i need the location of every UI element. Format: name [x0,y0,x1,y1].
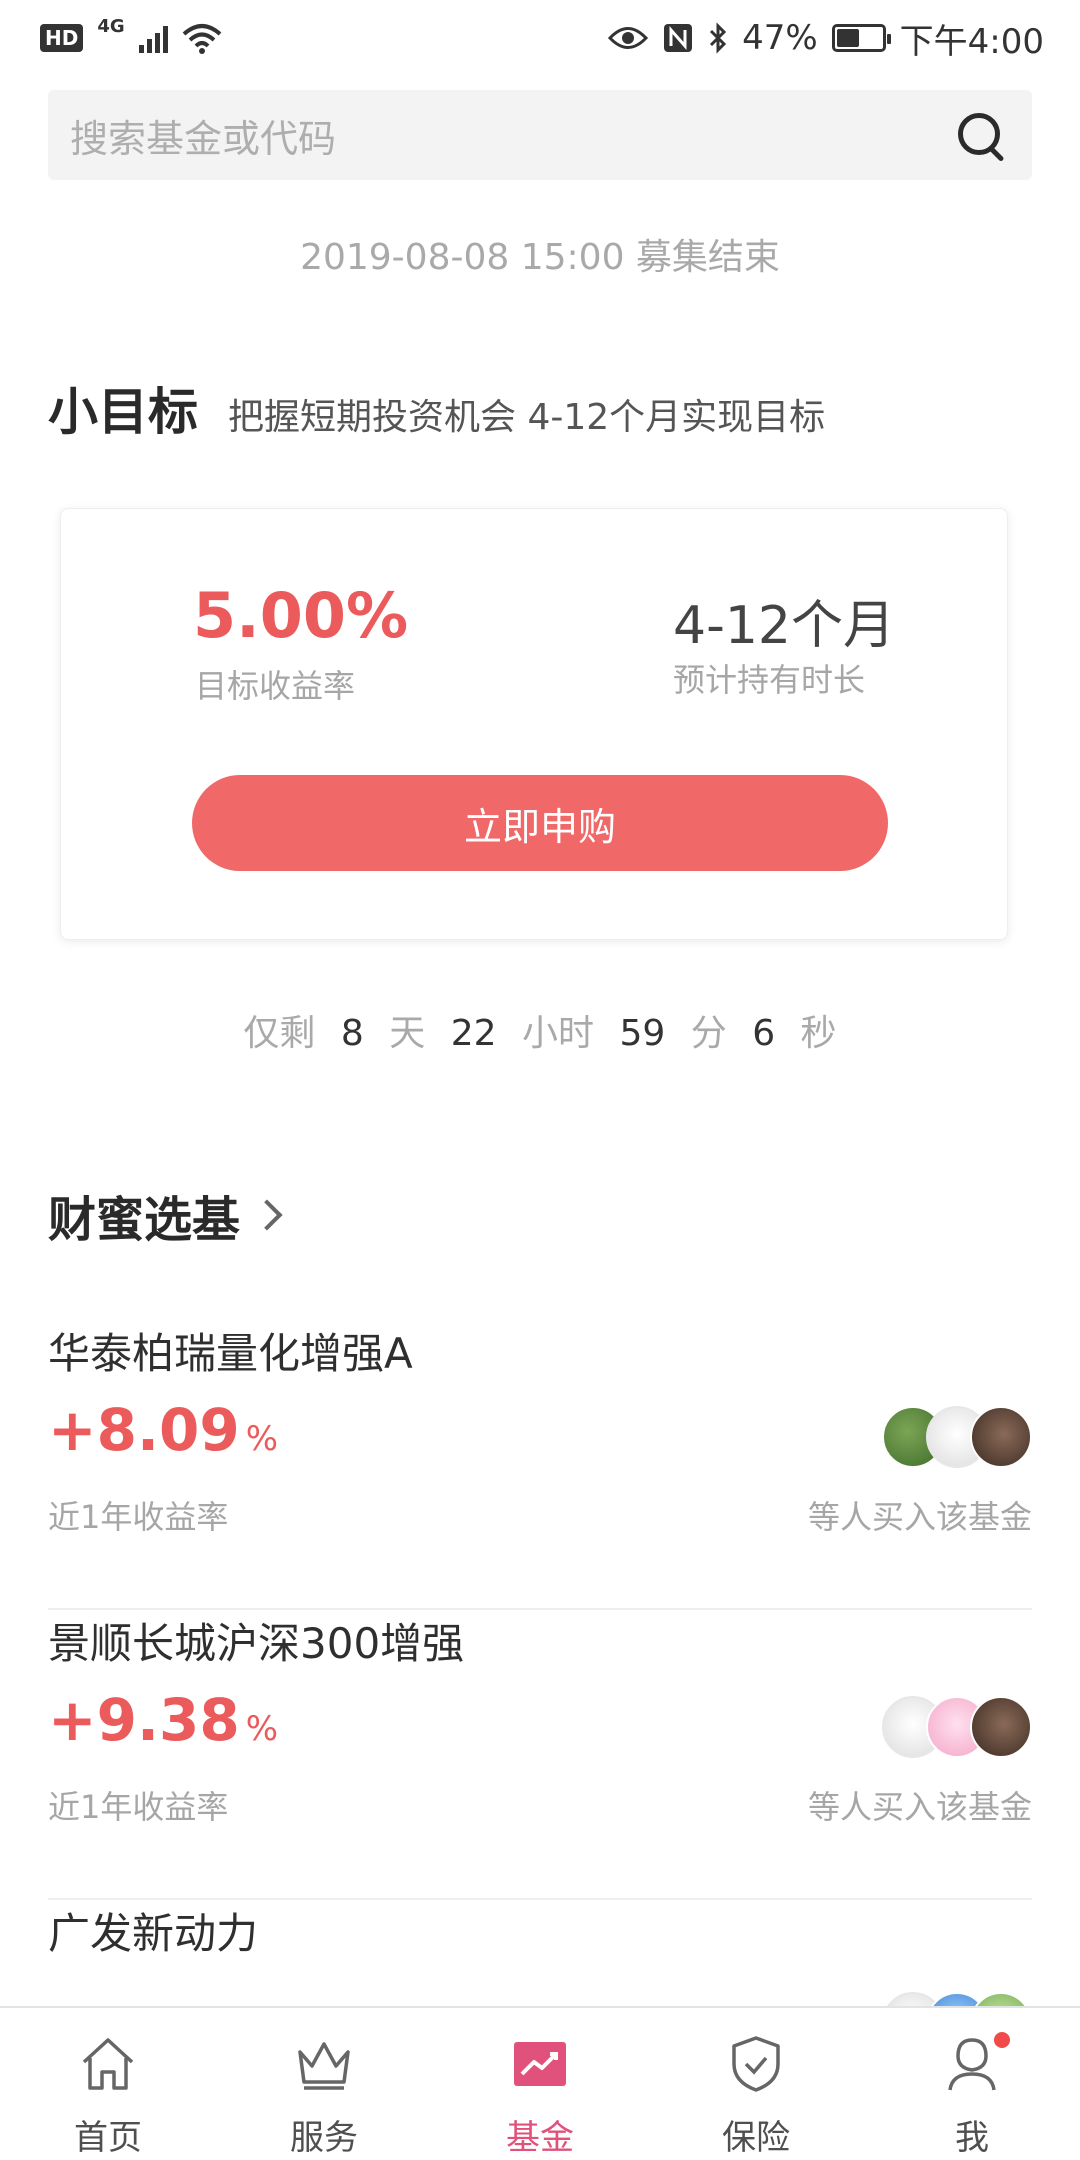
countdown-hours: 22 [450,1013,497,1054]
target-rate-value: 5.00% [193,579,409,652]
countdown-days-unit: 天 [389,1013,426,1054]
countdown-hours-unit: 小时 [521,1013,594,1054]
network-type: 4G [97,15,125,37]
tab-bar: 首页 服务 基金 保险 我 [0,2006,1080,2160]
nfc-icon [664,24,693,52]
shield-check-icon [732,2036,780,2092]
tab-label: 基金 [506,2118,574,2158]
avatar [970,1696,1032,1758]
fund-rate: +8.09% [48,1396,278,1464]
countdown: 仅剩 8 天 22 小时 59 分 6 秒 [0,1004,1080,1056]
clock: 下午4:00 [899,21,1044,62]
fund-rate-label: 近1年收益率 [48,1498,229,1536]
chevron-right-icon [251,1199,283,1231]
search-icon[interactable] [952,107,1008,163]
goal-card[interactable]: 5.00% 目标收益率 4-12个月 预计持有时长 立即申购 [60,508,1008,940]
tab-label: 首页 [74,2118,142,2158]
battery-icon [831,24,891,52]
bluetooth-icon [710,22,727,54]
fund-rate: +9.38% [48,1686,278,1754]
picks-header[interactable]: 财蜜选基 [48,1180,283,1250]
hd-badge: HD [40,24,84,52]
fund-chart-icon [514,2042,566,2086]
goal-header: 小目标 把握短期投资机会 4-12个月实现目标 [48,372,825,444]
hold-duration-value: 4-12个月 [673,596,896,656]
battery-percent: 47% [742,18,818,58]
home-icon [82,2038,134,2090]
tab-me[interactable]: 我 [864,2008,1080,2160]
countdown-prefix: 仅剩 [243,1013,316,1054]
fund-rate-value: +9.38 [48,1686,240,1754]
fund-name: 景顺长城沪深300增强 [48,1619,465,1668]
countdown-minutes: 59 [619,1013,666,1054]
tab-label: 保险 [722,2118,790,2158]
fund-rate-label: 近1年收益率 [48,1788,229,1826]
wifi-icon [182,24,221,54]
goal-subtitle: 把握短期投资机会 4-12个月实现目标 [228,397,826,438]
fund-buyers-label: 等人买入该基金 [807,1788,1032,1826]
search-bar[interactable]: 搜索基金或代码 [48,90,1032,180]
target-rate-label: 目标收益率 [195,667,356,705]
countdown-days: 8 [340,1013,364,1054]
search-input[interactable]: 搜索基金或代码 [70,108,336,163]
hold-duration-label: 预计持有时长 [673,661,866,699]
countdown-minutes-unit: 分 [690,1013,727,1054]
tab-insurance[interactable]: 保险 [648,2008,864,2160]
fund-item[interactable]: 景顺长城沪深300增强 +9.38% 近1年收益率 等人买入该基金 [48,1610,1032,1900]
avatar [970,1406,1032,1468]
fund-item[interactable]: 华泰柏瑞量化增强A +8.09% 近1年收益率 等人买入该基金 [48,1320,1032,1610]
tab-service[interactable]: 服务 [216,2008,432,2160]
signal-icon [138,23,168,53]
status-right: 47% 下午4:00 [608,14,1044,63]
buyer-avatars [882,1696,1032,1758]
status-left: HD 4G [40,16,222,54]
fund-name: 广发新动力 [48,1909,259,1958]
fund-name: 华泰柏瑞量化增强A [48,1329,413,1378]
buyer-avatars [882,1406,1032,1468]
notification-dot [994,2032,1010,2048]
status-bar: HD 4G 47% 下午4:00 [0,0,1080,76]
fund-buyers-label: 等人买入该基金 [807,1498,1032,1536]
fund-rate-pct: % [245,1709,279,1749]
tab-home[interactable]: 首页 [0,2008,216,2160]
tab-fund[interactable]: 基金 [432,2008,648,2160]
picks-title: 财蜜选基 [48,1192,241,1248]
goal-title: 小目标 [48,383,198,441]
tab-label: 服务 [290,2118,358,2158]
buy-now-button[interactable]: 立即申购 [192,775,888,871]
tab-label: 我 [955,2118,989,2158]
raise-end-text: 2019-08-08 15:00 募集结束 [300,237,780,278]
fund-rate-value: +8.09 [48,1396,240,1464]
countdown-seconds: 6 [752,1013,776,1054]
eye-icon [608,27,649,49]
countdown-seconds-unit: 秒 [800,1013,837,1054]
fund-rate-pct: % [245,1419,279,1459]
crown-icon [298,2042,350,2090]
